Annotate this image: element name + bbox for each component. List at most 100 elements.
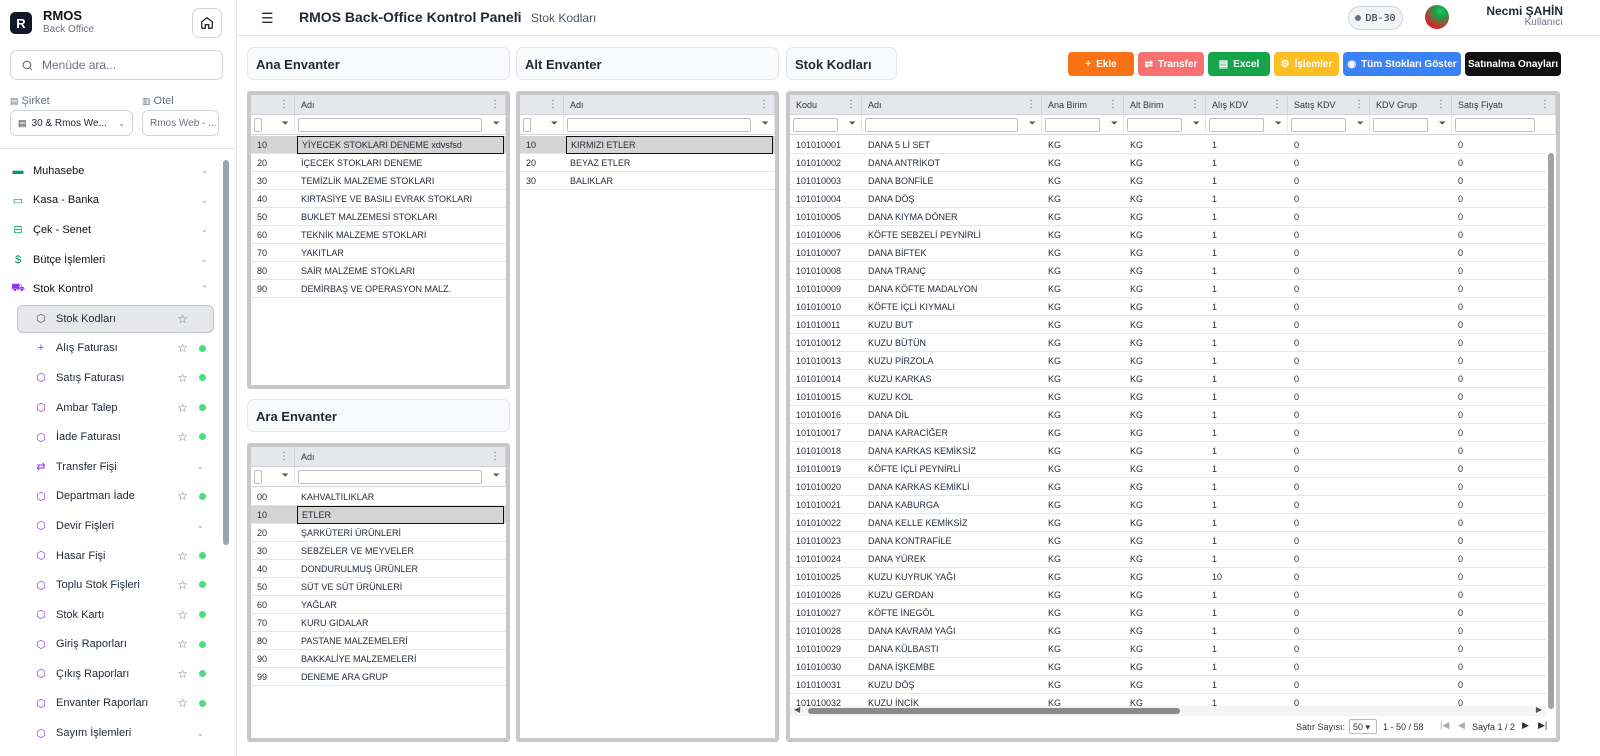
last-page-icon[interactable]: ▶| [1538, 720, 1547, 731]
table-row[interactable]: 90 BAKKALİYE MALZEMELERİ [251, 650, 506, 668]
column-menu-icon[interactable]: ⋮ [490, 99, 500, 110]
column-header-alis-kdv[interactable]: Alış KDV ⋮ [1206, 95, 1288, 115]
table-row[interactable]: 60 TEKNİK MALZEME STOKLARI [251, 226, 506, 244]
table-row[interactable]: 101010026 KUZU GERDAN KG KG 1 0 0 [790, 586, 1546, 604]
column-menu-icon[interactable]: ⋮ [279, 99, 289, 110]
table-row[interactable]: 101010001 DANA 5 Lİ SET KG KG 1 0 0 [790, 136, 1546, 154]
table-row[interactable]: 30 TEMİZLİK MALZEME STOKLARI [251, 172, 506, 190]
table-row[interactable]: 101010021 DANA KABURGA KG KG 1 0 0 [790, 496, 1546, 514]
star-icon[interactable]: ☆ [177, 578, 188, 592]
sidebar-scrollbar[interactable] [223, 160, 229, 545]
table-row[interactable]: 70 YAKITLAR [251, 244, 506, 262]
filter-input[interactable] [254, 118, 262, 132]
filter-icon[interactable]: ⏷ [1275, 118, 1282, 129]
star-icon[interactable]: ☆ [177, 549, 188, 563]
submenu-alis-faturasi[interactable]: + Alış Faturası ☆ [0, 334, 222, 364]
filter-input[interactable] [523, 118, 531, 132]
star-icon[interactable]: ☆ [177, 696, 188, 710]
filter-input[interactable] [793, 118, 838, 132]
table-row[interactable]: 101010007 DANA BİFTEK KG KG 1 0 0 [790, 244, 1546, 262]
column-header-code[interactable]: ⋮ [251, 447, 295, 467]
filter-icon[interactable]: ⏷ [1193, 118, 1200, 129]
filter-icon[interactable]: ⏷ [1029, 118, 1036, 129]
column-header-code[interactable]: ⋮ [251, 95, 295, 115]
table-row[interactable]: 101010004 DANA DÖŞ KG KG 1 0 0 [790, 190, 1546, 208]
star-icon[interactable]: ☆ [177, 489, 188, 503]
column-menu-icon[interactable]: ⋮ [1436, 99, 1446, 110]
avatar[interactable] [1425, 5, 1449, 29]
table-row[interactable]: 101010002 DANA ANTRİKOT KG KG 1 0 0 [790, 154, 1546, 172]
submenu-hasar-fisi[interactable]: ⬡ Hasar Fişi ☆ [0, 541, 222, 571]
column-header-kodu[interactable]: Kodu ⋮ [790, 95, 862, 115]
filter-icon[interactable]: ⏷ [1111, 118, 1118, 129]
table-row[interactable]: 80 PASTANE MALZEMELERİ [251, 632, 506, 650]
submenu-toplu-stok-fisleri[interactable]: ⬡ Toplu Stok Fişleri ☆ [0, 570, 222, 600]
column-header-adi[interactable]: Adı ⋮ [862, 95, 1042, 115]
filter-input[interactable] [1209, 118, 1264, 132]
menu-search-input[interactable]: Menüde ara... [10, 50, 223, 80]
star-icon[interactable]: ☆ [177, 430, 188, 444]
filter-input[interactable] [1291, 118, 1346, 132]
table-row[interactable]: 50 SÜT VE SÜT ÜRÜNLERİ [251, 578, 506, 596]
table-row[interactable]: 101010012 KUZU BÜTÜN KG KG 1 0 0 [790, 334, 1546, 352]
column-menu-icon[interactable]: ⋮ [1272, 99, 1282, 110]
sidebar-item-muhasebe[interactable]: ▬ Muhasebe ⌄ [0, 156, 222, 186]
sidebar-item-cek-senet[interactable]: ⊟ Çek - Senet ⌄ [0, 215, 222, 245]
filter-input[interactable] [1455, 118, 1535, 132]
filter-icon[interactable]: ⏷ [762, 118, 769, 129]
first-page-icon[interactable]: |◀ [1440, 720, 1449, 731]
sidebar-item-kasa-banka[interactable]: ▭ Kasa - Banka ⌄ [0, 186, 222, 216]
submenu-stok-kodlari[interactable]: ⬡ Stok Kodları ☆ [0, 304, 222, 334]
column-menu-icon[interactable]: ⋮ [279, 451, 289, 462]
column-header-ana-birim[interactable]: Ana Birim ⋮ [1042, 95, 1124, 115]
table-row[interactable]: 101010006 KÖFTE SEBZELİ PEYNİRLİ KG KG 1 0 0 [790, 226, 1546, 244]
table-row[interactable]: 20 BEYAZ ETLER [520, 154, 775, 172]
table-row[interactable]: 10 ETLER [251, 506, 506, 524]
column-header-satis-kdv[interactable]: Satış KDV ⋮ [1288, 95, 1370, 115]
star-icon[interactable]: ☆ [177, 401, 188, 415]
submenu-ambar-talep[interactable]: ⬡ Ambar Talep ☆ [0, 393, 222, 423]
column-menu-icon[interactable]: ⋮ [548, 99, 558, 110]
scroll-thumb[interactable] [808, 708, 1180, 714]
filter-icon[interactable]: ⏷ [282, 470, 289, 481]
table-row[interactable]: 101010024 DANA YÜREK KG KG 1 0 0 [790, 550, 1546, 568]
table-row[interactable]: 101010029 DANA KÜLBASTI KG KG 1 0 0 [790, 640, 1546, 658]
purchase-approvals-button[interactable]: Satınalma Onayları [1465, 52, 1561, 76]
filter-input[interactable] [298, 118, 482, 132]
star-icon[interactable]: ☆ [177, 371, 188, 385]
filter-input[interactable] [1373, 118, 1428, 132]
table-row[interactable]: 101010017 DANA KARACİĞER KG KG 1 0 0 [790, 424, 1546, 442]
submenu-sayim-islemleri[interactable]: ⬡ Sayım İşlemleri ⌄ [0, 718, 222, 748]
next-page-icon[interactable]: ▶ [1522, 720, 1529, 731]
submenu-cikis-raporlari[interactable]: ⬡ Çıkış Raporları ☆ [0, 659, 222, 689]
show-all-stocks-button[interactable]: ◉ Tüm Stokları Göster [1343, 52, 1461, 76]
table-row[interactable]: 101010030 DANA İŞKEMBE KG KG 1 0 0 [790, 658, 1546, 676]
vertical-scrollbar[interactable] [1548, 153, 1554, 709]
table-row[interactable]: 70 KURU GIDALAR [251, 614, 506, 632]
filter-icon[interactable]: ⏷ [551, 118, 558, 129]
table-row[interactable]: 90 DEMİRBAŞ VE OPERASYON MALZ. [251, 280, 506, 298]
table-row[interactable]: 80 SAİR MALZEME STOKLARI [251, 262, 506, 280]
table-row[interactable]: 101010019 KÖFTE İÇLİ PEYNİRLİ KG KG 1 0 0 [790, 460, 1546, 478]
rows-per-page-select[interactable]: 50 ▾ [1349, 719, 1377, 734]
submenu-giris-raporlari[interactable]: ⬡ Giriş Raporları ☆ [0, 630, 222, 660]
star-icon[interactable]: ☆ [177, 667, 188, 681]
table-row[interactable]: 101010020 DANA KARKAS KEMİKLİ KG KG 1 0 0 [790, 478, 1546, 496]
filter-icon[interactable]: ⏷ [1439, 118, 1446, 129]
table-row[interactable]: 30 SEBZELER VE MEYVELER [251, 542, 506, 560]
table-row[interactable]: 40 KIRTASİYE VE BASILI EVRAK STOKLARI [251, 190, 506, 208]
home-button[interactable] [192, 8, 222, 38]
table-row[interactable]: 101010031 KUZU DÖŞ KG KG 1 0 0 [790, 676, 1546, 694]
star-icon[interactable]: ☆ [177, 608, 188, 622]
filter-input[interactable] [1045, 118, 1100, 132]
submenu-departman-iade[interactable]: ⬡ Departman İade ☆ [0, 482, 222, 512]
hotel-select[interactable]: Rmos Web - ... [142, 110, 219, 136]
column-menu-icon[interactable]: ⋮ [1540, 99, 1550, 110]
table-row[interactable]: 101010015 KUZU KOL KG KG 1 0 0 [790, 388, 1546, 406]
table-row[interactable]: 101010022 DANA KELLE KEMİKSİZ KG KG 1 0 0 [790, 514, 1546, 532]
column-header-kdv-grup[interactable]: KDV Grup ⋮ [1370, 95, 1452, 115]
prev-page-icon[interactable]: ◀ [1458, 720, 1465, 731]
table-row[interactable]: 60 YAĞLAR [251, 596, 506, 614]
table-row[interactable]: 101010023 DANA KONTRAFİLE KG KG 1 0 0 [790, 532, 1546, 550]
sidebar-item-butce[interactable]: $ Bütçe İşlemleri ⌄ [0, 245, 222, 275]
